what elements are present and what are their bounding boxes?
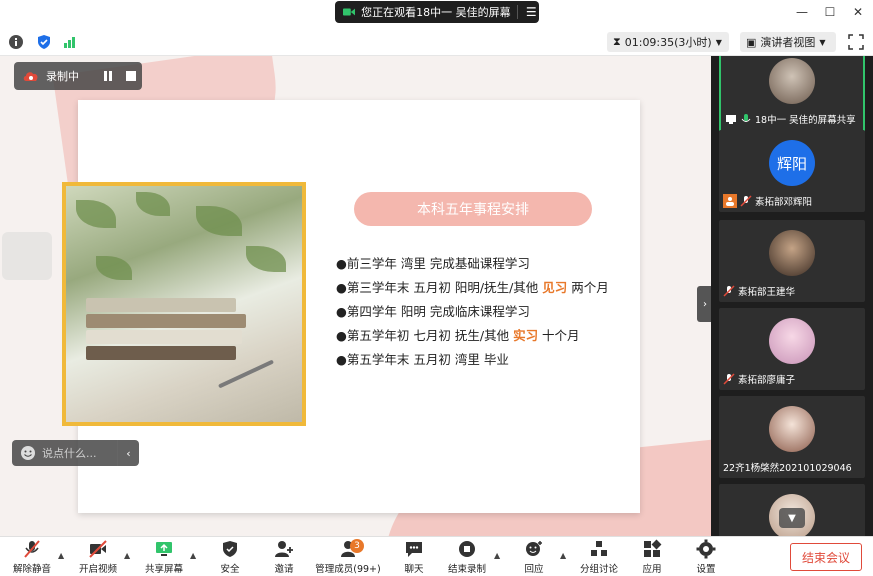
- schedule-list: ●前三学年 湾里 完成基础课程学习 ●第三学年末 五月初 阳明/抚生/其他 见习…: [336, 252, 636, 372]
- chat-icon: [406, 542, 422, 557]
- meeting-info-bar: ⧗ 01:09:35(3小时) ▼ ▣ 演讲者视图 ▼: [0, 28, 873, 56]
- window-controls: — ☐ ✕: [795, 4, 865, 20]
- unmute-button[interactable]: 解除静音: [10, 539, 54, 576]
- maximize-icon[interactable]: ☐: [823, 4, 837, 20]
- chevron-up-icon[interactable]: ▲: [494, 551, 500, 560]
- video-off-icon: [89, 540, 107, 558]
- invite-button[interactable]: 邀请: [262, 539, 306, 576]
- emoji-icon[interactable]: [20, 445, 36, 461]
- view-mode-button[interactable]: ▣ 演讲者视图 ▼: [740, 32, 836, 52]
- green-camera-icon: [343, 8, 356, 16]
- reaction-icon: [526, 541, 542, 556]
- participant-name: 22齐1杨棨然202101029046: [723, 463, 852, 474]
- chevron-up-icon[interactable]: ▲: [190, 551, 196, 560]
- chevron-up-icon[interactable]: ▲: [58, 551, 64, 560]
- highlight-text: 见习: [542, 280, 568, 295]
- view-mode-label: 演讲者视图: [760, 36, 816, 49]
- meeting-toolbar: 解除静音 ▲ 开启视频 ▲ 共享屏幕 ▲ 安全 邀请 3 管理成员(99+) 聊…: [0, 536, 873, 576]
- participant-name: 素拓部廖庸子: [738, 375, 796, 386]
- screen-share-banner[interactable]: 您正在观看18中一 吴佳的屏幕 ☰: [335, 1, 539, 23]
- avatar: [769, 406, 815, 452]
- shared-screen-area: 本科五年事程安排 ●前三学年 湾里 完成基础课程学习 ●第三学年末 五月初 阳明…: [0, 56, 711, 536]
- breakout-rooms-button[interactable]: 分组讨论: [576, 539, 622, 576]
- collapse-chat-icon[interactable]: ‹: [117, 440, 139, 466]
- banner-divider: [516, 5, 518, 19]
- cloud-record-icon: [23, 72, 38, 81]
- security-button[interactable]: 安全: [208, 539, 252, 576]
- slide-photo: [62, 182, 306, 426]
- participant-name: 素拓部王建华: [738, 287, 796, 298]
- record-icon: [459, 541, 475, 557]
- host-icon: [723, 194, 737, 208]
- mic-muted-icon: [723, 285, 735, 297]
- timer-text: 01:09:35(3小时): [624, 36, 712, 49]
- participant-tile[interactable]: 素拓部廖庸子: [719, 308, 865, 390]
- chevron-down-icon: ▼: [715, 37, 722, 47]
- avatar: [769, 318, 815, 364]
- list-item: ●第五学年初 七月初 抚生/其他 实习 十个月: [336, 328, 580, 343]
- gear-icon: [696, 539, 716, 559]
- highlight-text: 实习: [513, 328, 539, 343]
- mic-on-icon: [741, 114, 751, 122]
- reactions-button[interactable]: 回应: [512, 539, 556, 576]
- participant-tile[interactable]: 辉阳 素拓部邓辉阳: [719, 130, 865, 212]
- participant-tile[interactable]: 素拓部王建华: [719, 220, 865, 302]
- participants-panel: 18中一 吴佳的屏幕共享 辉阳 素拓部邓辉阳 素拓部王建华 素拓部廖庸子 22齐…: [711, 56, 873, 536]
- avatar: [769, 230, 815, 276]
- avatar: 辉阳: [769, 140, 815, 186]
- breakout-icon: [591, 541, 607, 556]
- apps-icon: [644, 539, 662, 557]
- meeting-timer[interactable]: ⧗ 01:09:35(3小时) ▼: [607, 32, 729, 52]
- manage-members-button[interactable]: 3 管理成员(99+): [312, 539, 384, 576]
- share-banner-text: 您正在观看18中一 吴佳的屏幕: [361, 6, 511, 19]
- screen-share-icon: [726, 115, 736, 124]
- list-item: ●第三学年末 五月初 阳明/抚生/其他 见习 两个月: [336, 280, 609, 295]
- mic-muted-icon: [24, 540, 40, 558]
- start-video-button[interactable]: 开启视频: [76, 539, 120, 576]
- hourglass-icon: ⧗: [613, 35, 621, 48]
- add-user-icon: [275, 541, 293, 557]
- mic-muted-icon: [740, 195, 752, 207]
- shield-icon[interactable]: [36, 34, 52, 50]
- speaker-view-icon: ▣: [746, 35, 757, 49]
- list-item: ●第四学年 阳明 完成临床课程学习: [336, 304, 530, 319]
- minimize-icon[interactable]: —: [795, 4, 809, 20]
- end-recording-button[interactable]: 结束录制: [444, 539, 490, 576]
- list-item: ●第五学年末 五月初 湾里 毕业: [336, 352, 509, 367]
- participant-name: 18中一 吴佳的屏幕共享: [755, 115, 856, 126]
- chat-placeholder: 说点什么...: [42, 447, 97, 460]
- stop-recording-button[interactable]: [126, 71, 136, 81]
- mic-muted-icon: [723, 373, 735, 385]
- settings-button[interactable]: 设置: [684, 539, 728, 576]
- signal-icon[interactable]: [62, 34, 78, 50]
- share-screen-icon: [156, 542, 172, 556]
- avatar: [769, 58, 815, 104]
- share-screen-button[interactable]: 共享屏幕: [142, 539, 186, 576]
- slide-heading: 本科五年事程安排: [354, 192, 592, 226]
- shield-icon: [223, 541, 237, 557]
- close-icon[interactable]: ✕: [851, 4, 865, 20]
- fullscreen-icon[interactable]: [848, 34, 864, 50]
- side-handle: [2, 232, 52, 280]
- presentation-slide: 本科五年事程安排 ●前三学年 湾里 完成基础课程学习 ●第三学年末 五月初 阳明…: [62, 100, 640, 513]
- participant-name: 素拓部邓辉阳: [755, 197, 813, 208]
- window-title-bar: 您正在观看18中一 吴佳的屏幕 ☰ — ☐ ✕: [0, 0, 873, 28]
- pause-recording-button[interactable]: [98, 66, 118, 86]
- info-icon[interactable]: [8, 34, 24, 50]
- scroll-down-button[interactable]: ▼: [779, 508, 805, 528]
- chevron-up-icon[interactable]: ▲: [560, 551, 566, 560]
- participant-tile[interactable]: 22齐1杨棨然202101029046: [719, 396, 865, 478]
- apps-button[interactable]: 应用: [630, 539, 674, 576]
- recording-label: 录制中: [46, 70, 79, 83]
- end-meeting-button[interactable]: 结束会议: [790, 543, 862, 571]
- chevron-down-icon: ▼: [819, 37, 826, 47]
- participant-tile[interactable]: 18中一 吴佳的屏幕共享: [719, 56, 865, 132]
- chat-input[interactable]: 说点什么... ‹: [12, 440, 139, 466]
- chat-button[interactable]: 聊天: [392, 539, 436, 576]
- chevron-up-icon[interactable]: ▲: [124, 551, 130, 560]
- members-badge: 3: [350, 539, 364, 553]
- list-item: ●前三学年 湾里 完成基础课程学习: [336, 256, 530, 271]
- menu-icon[interactable]: ☰: [523, 5, 539, 19]
- recording-widget: 录制中: [14, 62, 142, 90]
